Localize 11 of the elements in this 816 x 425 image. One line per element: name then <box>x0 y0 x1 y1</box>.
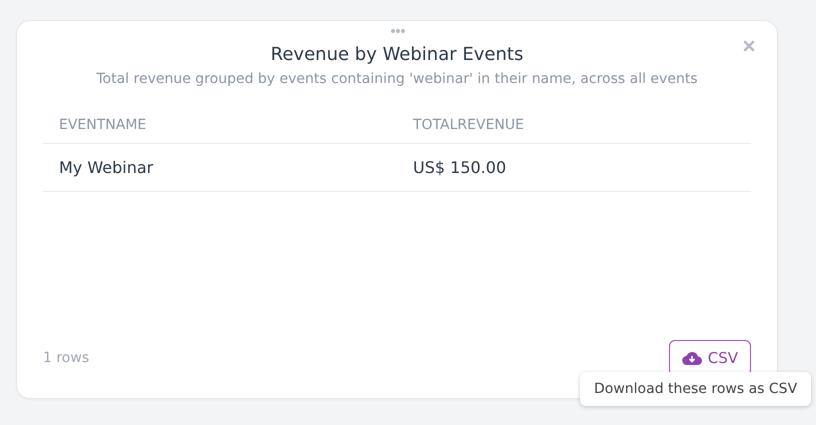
card-subtitle: Total revenue grouped by events containing 'webinar' in their name, across all events <box>95 71 699 87</box>
card-title: Revenue by Webinar Events <box>270 44 524 65</box>
table-cell: My Webinar <box>43 144 397 192</box>
drag-handle-icon[interactable] <box>390 28 406 34</box>
table-cell: US$ 150.00 <box>397 144 751 192</box>
column-header: TOTALREVENUE <box>397 107 751 144</box>
cloud-download-icon <box>682 351 702 365</box>
tooltip: Download these rows as CSV <box>580 372 812 406</box>
close-icon[interactable] <box>743 40 755 52</box>
row-count: 1 rows <box>43 350 90 366</box>
column-header: EVENTNAME <box>43 107 397 144</box>
